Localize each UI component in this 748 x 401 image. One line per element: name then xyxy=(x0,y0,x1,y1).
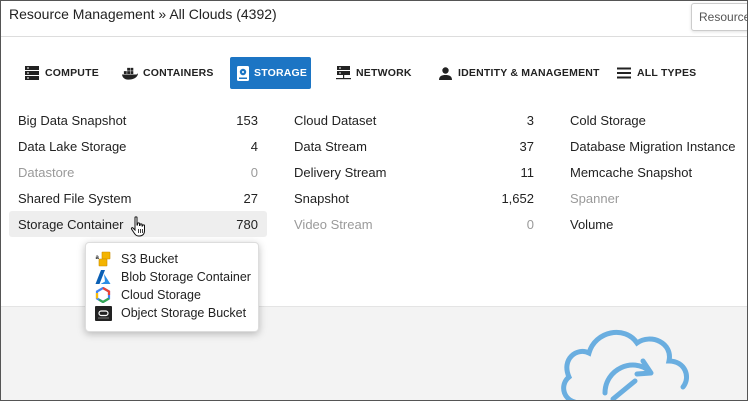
tab-all-types[interactable]: ALL TYPES xyxy=(609,57,703,89)
app-window: Resource Management » All Clouds (4392) … xyxy=(0,0,748,401)
list-item-data-lake-storage[interactable]: Data Lake Storage 4 xyxy=(9,133,267,159)
list-item-cloud-dataset[interactable]: Cloud Dataset 3 xyxy=(294,107,534,133)
page-header: Resource Management » All Clouds (4392) xyxy=(1,1,747,37)
aws-s3-icon: a xyxy=(94,251,112,267)
list-item-cold-storage[interactable]: Cold Storage xyxy=(570,107,740,133)
resource-column-3: Cold Storage Database Migration Instance… xyxy=(570,107,740,237)
list-item-shared-file-system[interactable]: Shared File System 27 xyxy=(9,185,267,211)
list-item-database-migration-instance[interactable]: Database Migration Instance xyxy=(570,133,740,159)
list-item-count: 0 xyxy=(250,164,258,180)
tab-all-types-label: ALL TYPES xyxy=(637,67,697,79)
list-item-big-data-snapshot[interactable]: Big Data Snapshot 153 xyxy=(9,107,267,133)
list-item-label: Data Lake Storage xyxy=(18,138,127,154)
list-item-count: 27 xyxy=(243,190,258,206)
provider-types-popup: a S3 Bucket Blob Storage Container Cloud… xyxy=(85,242,259,332)
hard-drive-icon xyxy=(237,65,249,81)
list-item-label: Video Stream xyxy=(294,216,373,232)
tab-identity-management-label: IDENTITY & MANAGEMENT xyxy=(458,67,600,79)
list-item-spanner[interactable]: Spanner xyxy=(570,185,740,211)
list-item-label: Memcache Snapshot xyxy=(570,164,693,180)
tab-compute[interactable]: COMPUTE xyxy=(17,57,106,89)
tab-storage-label: STORAGE xyxy=(254,67,308,79)
list-item-label: Shared File System xyxy=(18,190,132,206)
cloud-sync-icon xyxy=(561,330,689,400)
docker-icon xyxy=(122,65,138,81)
popup-item-label: Blob Storage Container xyxy=(121,270,251,284)
resource-column-2: Cloud Dataset 3 Data Stream 37 Delivery … xyxy=(294,107,534,237)
network-icon xyxy=(335,65,351,81)
tab-containers[interactable]: CONTAINERS xyxy=(115,57,221,89)
list-item-datastore[interactable]: Datastore 0 xyxy=(9,159,267,185)
tab-identity-management[interactable]: IDENTITY & MANAGEMENT xyxy=(430,57,607,89)
list-item-count: 1,652 xyxy=(501,190,534,206)
popup-item-label: S3 Bucket xyxy=(121,252,178,266)
list-item-delivery-stream[interactable]: Delivery Stream 11 xyxy=(294,159,534,185)
oracle-cloud-icon xyxy=(94,305,112,321)
menu-icon xyxy=(616,65,632,81)
list-item-count: 780 xyxy=(236,216,258,232)
list-item-snapshot[interactable]: Snapshot 1,652 xyxy=(294,185,534,211)
list-item-count: 0 xyxy=(526,216,534,232)
popup-item-s3-bucket[interactable]: a S3 Bucket xyxy=(94,250,178,268)
list-item-volume[interactable]: Volume xyxy=(570,211,740,237)
popup-item-object-storage-bucket[interactable]: Object Storage Bucket xyxy=(94,304,246,322)
list-item-label: Cloud Dataset xyxy=(294,112,377,128)
popup-item-label: Cloud Storage xyxy=(121,288,201,302)
list-item-label: Datastore xyxy=(18,164,75,180)
list-item-label: Delivery Stream xyxy=(294,164,387,180)
list-item-count: 37 xyxy=(519,138,534,154)
list-item-count: 11 xyxy=(520,164,535,180)
list-item-label: Big Data Snapshot xyxy=(18,112,127,128)
tab-network-label: NETWORK xyxy=(356,67,412,79)
list-item-count: 153 xyxy=(236,112,258,128)
list-item-memcache-snapshot[interactable]: Memcache Snapshot xyxy=(570,159,740,185)
list-item-count: 3 xyxy=(526,112,534,128)
hand-pointer-cursor-icon xyxy=(130,216,145,237)
page-title: Resource Management » All Clouds (4392) xyxy=(9,6,277,22)
list-item-count: 4 xyxy=(250,138,258,154)
list-item-label: Database Migration Instance xyxy=(570,138,736,154)
list-item-label: Cold Storage xyxy=(570,112,646,128)
popup-item-label: Object Storage Bucket xyxy=(121,306,247,320)
server-icon xyxy=(24,65,40,81)
popup-item-blob-storage-container[interactable]: Blob Storage Container xyxy=(94,268,251,286)
tab-containers-label: CONTAINERS xyxy=(143,67,214,79)
popup-item-cloud-storage[interactable]: Cloud Storage xyxy=(94,286,201,304)
tab-storage[interactable]: STORAGE xyxy=(230,57,311,89)
search-input[interactable] xyxy=(691,3,747,31)
list-item-label: Snapshot xyxy=(294,190,349,206)
list-item-label: Data Stream xyxy=(294,138,367,154)
list-item-label: Volume xyxy=(570,216,614,232)
list-item-label: Storage Container xyxy=(18,216,124,232)
tab-network[interactable]: NETWORK xyxy=(328,57,419,89)
list-item-label: Spanner xyxy=(570,190,620,206)
google-cloud-icon xyxy=(94,287,112,303)
person-icon xyxy=(437,65,453,81)
list-item-video-stream[interactable]: Video Stream 0 xyxy=(294,211,534,237)
azure-icon xyxy=(94,269,112,285)
list-item-data-stream[interactable]: Data Stream 37 xyxy=(294,133,534,159)
tab-compute-label: COMPUTE xyxy=(45,67,99,79)
